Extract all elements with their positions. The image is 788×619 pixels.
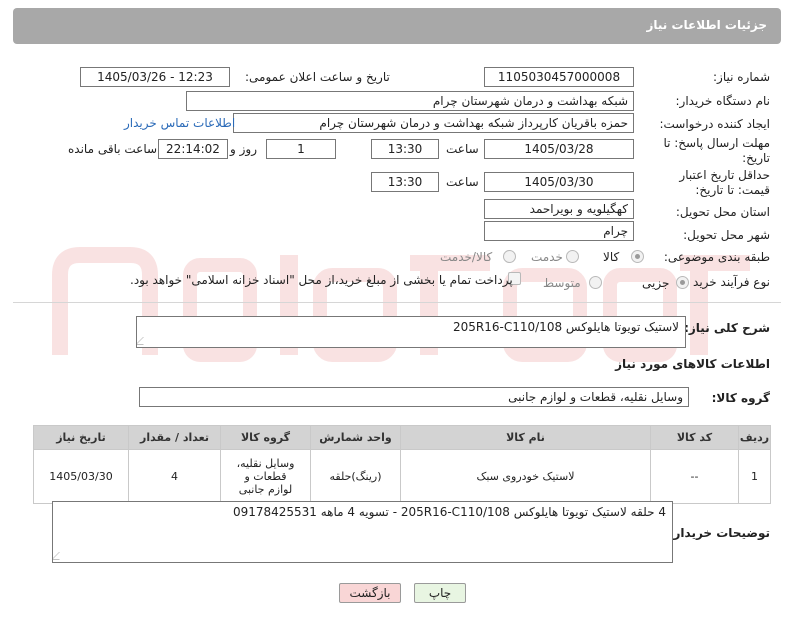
cell-item-code: -- (650, 449, 739, 504)
min-price-label: حداقل تاریخ اعتبار قیمت: تا تاریخ: (679, 168, 770, 197)
category-option-service: خدمت (531, 250, 563, 264)
description-textarea[interactable]: لاستیک تویوتا هایلوکس 205R16-C110/108 (136, 316, 686, 348)
deadline-time-label: ساعت (446, 142, 479, 156)
table-row: 1 -- لاستیک خودروی سبک (رینگ)حلقه وسایل … (33, 449, 771, 504)
buyer-notes-text: 4 حلقه لاستیک تویوتا هایلوکس 205R16-C110… (232, 505, 666, 519)
min-price-time-label: ساعت (446, 175, 479, 189)
min-price-date-field: 1405/03/30 (484, 172, 634, 192)
category-radio-goods[interactable] (631, 250, 644, 263)
purchase-radio-partial[interactable] (676, 276, 689, 289)
purchase-option-partial: جزیی (642, 276, 670, 290)
days-remaining-field: 1 (266, 139, 336, 159)
goods-group-label: گروه کالا: (711, 391, 770, 405)
print-button[interactable]: چاپ (414, 583, 466, 603)
remaining-time-field: 22:14:02 (158, 139, 228, 159)
cell-unit: (رینگ)حلقه (310, 449, 401, 504)
category-label: طبقه بندی موضوعی: (663, 250, 770, 264)
col-header-item-code: کد کالا (650, 425, 739, 450)
need-number-field: 1105030457000008 (484, 67, 634, 87)
description-label: شرح کلی نیاز: (684, 321, 770, 335)
col-header-row-number: ردیف (738, 425, 771, 450)
description-text: لاستیک تویوتا هایلوکس 205R16-C110/108 (453, 320, 679, 334)
buyer-label: نام دستگاه خریدار: (675, 94, 771, 108)
col-header-quantity: تعداد / مقدار (128, 425, 221, 450)
buyer-contact-link[interactable]: اطلاعات تماس خریدار (124, 116, 235, 130)
purchase-type-label: نوع فرآیند خرید : (685, 275, 770, 289)
category-radio-goods-service[interactable] (503, 250, 516, 263)
cell-quantity: 4 (128, 449, 221, 504)
creator-label: ایجاد کننده درخواست: (659, 117, 770, 131)
province-field: کهگیلویه و بویراحمد (484, 199, 634, 219)
purchase-radio-medium[interactable] (589, 276, 602, 289)
cell-item-name: لاستیک خودروی سبک (400, 449, 651, 504)
goods-group-field: وسایل نقلیه، قطعات و لوازم جانبی (139, 387, 689, 407)
watermark-logo-graphic (52, 247, 750, 362)
deadline-date-field: 1405/03/28 (484, 139, 634, 159)
resize-grip-icon[interactable] (137, 337, 151, 345)
resize-grip-icon[interactable] (53, 552, 67, 560)
col-header-unit: واحد شمارش (310, 425, 401, 450)
city-label: شهر محل تحویل: (683, 228, 770, 242)
category-option-goods-service: کالا/خدمت (440, 250, 493, 264)
col-header-need-date: تاریخ نیاز (33, 425, 129, 450)
cell-row-number: 1 (738, 449, 771, 504)
goods-table: ردیف کد کالا نام کالا واحد شمارش گروه کا… (33, 425, 771, 504)
remaining-time-label: ساعت باقی مانده (68, 142, 158, 156)
announce-field: 1405/03/26 - 12:23 (80, 67, 230, 87)
deadline-time-field: 13:30 (371, 139, 439, 159)
purchase-option-medium: متوسط (543, 276, 581, 290)
page-header: جزئیات اطلاعات نیاز (13, 8, 781, 44)
goods-section-title: اطلاعات کالاهای مورد نیاز (615, 357, 770, 371)
deadline-label: مهلت ارسال پاسخ: تا تاریخ: (663, 136, 770, 165)
cell-group: وسایل نقلیه، قطعات و لوازم جانبی (220, 449, 311, 504)
page-title: جزئیات اطلاعات نیاز (646, 18, 767, 32)
table-header-row: ردیف کد کالا نام کالا واحد شمارش گروه کا… (33, 425, 771, 450)
announce-label: تاریخ و ساعت اعلان عمومی: (245, 70, 390, 84)
min-price-time-field: 13:30 (371, 172, 439, 192)
col-header-item-name: نام کالا (400, 425, 651, 450)
back-button[interactable]: بازگشت (339, 583, 401, 603)
category-radio-service[interactable] (566, 250, 579, 263)
buyer-notes-label: توضیحات خریدار: (668, 526, 770, 540)
province-label: استان محل تحویل: (675, 205, 770, 219)
creator-field: حمزه باقریان کارپرداز شبکه بهداشت و درما… (233, 113, 634, 133)
section-divider (13, 302, 781, 303)
cell-need-date: 1405/03/30 (33, 449, 129, 504)
buyer-notes-textarea[interactable]: 4 حلقه لاستیک تویوتا هایلوکس 205R16-C110… (52, 501, 673, 563)
category-option-goods: کالا (603, 250, 620, 264)
days-label: روز و (230, 142, 257, 156)
need-number-label: شماره نیاز: (713, 70, 770, 84)
buyer-field: شبکه بهداشت و درمان شهرستان چرام (186, 91, 634, 111)
treasury-payment-note: پرداخت تمام یا بخشی از مبلغ خرید،از محل … (130, 273, 513, 287)
col-header-group: گروه کالا (220, 425, 311, 450)
city-field: چرام (484, 221, 634, 241)
